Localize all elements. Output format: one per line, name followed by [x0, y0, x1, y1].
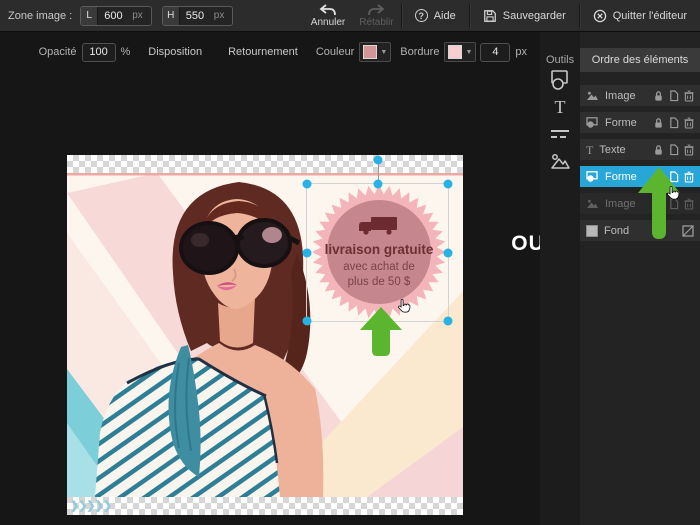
resize-handle-top[interactable] — [373, 179, 382, 189]
image-layer-icon — [586, 198, 599, 209]
save-icon — [483, 9, 497, 23]
shape-layer-icon — [586, 171, 599, 182]
color-label: Couleur — [315, 46, 355, 58]
redo-button[interactable]: Rétablir — [352, 0, 400, 31]
layer-row-image-top[interactable]: Image — [580, 85, 700, 106]
undo-icon — [319, 3, 337, 16]
border-color-swatch-button[interactable]: ▼ — [444, 42, 477, 62]
background-layer-icon — [586, 224, 598, 237]
image-tool-button[interactable] — [540, 147, 580, 174]
layers-panel-title: Ordre des éléments — [580, 48, 700, 72]
undo-button[interactable]: Annuler — [304, 0, 352, 31]
transparent-background-icon[interactable] — [682, 224, 694, 237]
layer-row-text[interactable]: T Texte — [580, 139, 700, 160]
duplicate-icon[interactable] — [669, 143, 679, 156]
border-label: Bordure — [400, 46, 440, 58]
flip-button[interactable]: Retournement — [228, 46, 298, 58]
border-width-input[interactable]: 4 — [480, 42, 511, 62]
trash-icon[interactable] — [684, 198, 694, 210]
text-tool-button[interactable]: T — [540, 93, 580, 120]
image-layer-icon — [586, 90, 599, 101]
resize-handle-top-left[interactable] — [302, 179, 312, 189]
duplicate-icon[interactable] — [669, 116, 679, 129]
tools-panel: Outils T — [540, 32, 580, 525]
height-field[interactable]: H 550 px — [161, 5, 234, 26]
height-field-unit: px — [213, 10, 225, 21]
width-field-tag: L — [81, 6, 99, 25]
color-swatch-button[interactable]: ▼ — [359, 42, 392, 62]
layer-label: Image — [605, 197, 636, 210]
hand-cursor-icon — [667, 185, 680, 200]
right-sidebar: Outils T Ordre des éléments Image Forme … — [540, 32, 700, 525]
rotation-handle[interactable] — [373, 155, 382, 165]
border-color-swatch — [448, 45, 463, 59]
quit-icon — [593, 9, 607, 23]
opacity-input[interactable]: 100 — [81, 42, 116, 62]
artboard[interactable]: livraison gratuite avec achat de plus de… — [67, 155, 463, 515]
layer-row-shape-top[interactable]: Forme — [580, 112, 700, 133]
height-field-tag: H — [162, 6, 180, 25]
layers-panel: Ordre des éléments Image Forme T Texte F… — [580, 32, 700, 525]
disposition-button[interactable]: Disposition — [148, 46, 202, 58]
save-label: Sauvegarder — [502, 9, 566, 22]
image-tool-icon — [549, 151, 571, 171]
quit-label: Quitter l'éditeur — [612, 9, 687, 22]
hand-cursor-icon — [398, 298, 411, 313]
resize-handle-top-right[interactable] — [443, 179, 453, 189]
trash-icon[interactable] — [684, 171, 694, 183]
shape-layer-icon — [586, 117, 599, 128]
redo-icon — [367, 3, 385, 16]
quit-button[interactable]: Quitter l'éditeur — [580, 0, 700, 31]
help-icon: ? — [414, 9, 428, 22]
lock-icon[interactable] — [653, 117, 664, 129]
trash-icon[interactable] — [684, 90, 694, 102]
resize-handle-right[interactable] — [443, 248, 453, 257]
height-field-value[interactable]: 550 — [180, 10, 212, 22]
width-field[interactable]: L 600 px — [80, 5, 152, 26]
layer-label: Forme — [605, 116, 637, 129]
redo-label: Rétablir — [359, 16, 394, 28]
undo-label: Annuler — [310, 16, 346, 28]
lock-icon[interactable] — [653, 144, 664, 156]
tools-panel-title: Outils — [546, 54, 575, 66]
editor-window: Zone image : L 600 px H 550 px Annuler R… — [0, 0, 700, 525]
layer-label: Image — [605, 89, 636, 102]
resize-handle-left[interactable] — [302, 248, 312, 257]
chevron-watermark: ❯❯❯❯❯ — [70, 500, 112, 512]
layer-label: Forme — [605, 170, 637, 183]
color-swatch — [363, 45, 378, 59]
lines-tool-button[interactable] — [540, 120, 580, 147]
opacity-label: Opacité — [38, 46, 77, 58]
zone-image-label: Zone image : — [8, 9, 73, 22]
shapes-tool-button[interactable] — [540, 66, 580, 93]
trash-icon[interactable] — [684, 117, 694, 129]
shapes-tool-icon — [549, 69, 571, 91]
lines-tool-icon — [549, 127, 571, 141]
opacity-unit: % — [120, 46, 131, 58]
top-bar: Zone image : L 600 px H 550 px Annuler R… — [0, 0, 700, 32]
help-label: Aide — [433, 9, 456, 22]
help-button[interactable]: ? Aide — [402, 0, 469, 31]
trash-icon[interactable] — [684, 144, 694, 156]
width-field-value[interactable]: 600 — [98, 10, 130, 22]
border-unit: px — [515, 46, 527, 58]
layer-label: Fond — [604, 224, 630, 237]
green-arrow-annotation — [638, 167, 680, 239]
chevron-down-icon: ▼ — [380, 48, 388, 56]
duplicate-icon[interactable] — [669, 89, 679, 102]
save-button[interactable]: Sauvegarder — [470, 0, 579, 31]
selection-bounding-box[interactable] — [302, 155, 453, 326]
text-layer-icon: T — [586, 142, 594, 157]
width-field-unit: px — [132, 10, 143, 21]
options-toolbar: Opacité 100 % Disposition Retournement C… — [0, 32, 540, 72]
resize-handle-bottom-left[interactable] — [302, 316, 312, 326]
text-tool-icon: T — [554, 96, 566, 117]
chevron-down-icon: ▼ — [465, 48, 473, 56]
resize-handle-bottom-right[interactable] — [443, 316, 453, 326]
layer-label: Texte — [599, 143, 626, 156]
lock-icon[interactable] — [653, 90, 664, 102]
